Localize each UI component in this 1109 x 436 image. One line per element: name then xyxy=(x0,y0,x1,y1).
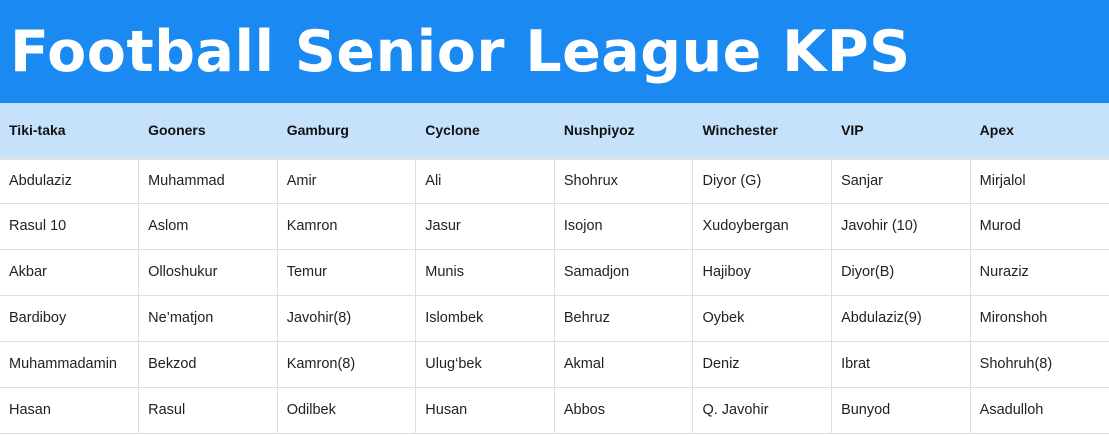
player-cell: Abdulaziz(9) xyxy=(831,295,971,342)
player-cell: Samadjon xyxy=(554,249,694,296)
page-title: Football Senior League KPS xyxy=(10,19,911,85)
player-cell: Akmal xyxy=(554,341,694,388)
player-cell: Deniz xyxy=(692,341,833,388)
page: Football Senior League KPS Tiki-taka Goon… xyxy=(0,0,1109,436)
player-cell: Ulug‘bek xyxy=(415,341,555,388)
player-cell: Kamron xyxy=(277,203,417,250)
player-cell: Bunyod xyxy=(831,387,971,434)
team-header: VIP xyxy=(831,103,971,160)
player-cell: Aslom xyxy=(138,203,278,250)
player-cell: Ne’matjon xyxy=(138,295,278,342)
player-cell: Diyor (G) xyxy=(692,158,833,204)
table-body: Abdulaziz Muhammad Amir Ali Shohrux Diyor (G)… xyxy=(0,158,1109,434)
player-cell: Kamron(8) xyxy=(277,341,417,388)
table-header: Tiki-taka Gooners Gamburg Cyclone Nushpiyoz W… xyxy=(0,103,1109,160)
team-header: Apex xyxy=(970,103,1109,160)
player-cell: Diyor(B) xyxy=(831,249,971,296)
table-row: Rasul 10 Aslom Kamron Jasur Isojon Xudoyberga… xyxy=(0,203,1109,250)
team-header: Nushpiyoz xyxy=(554,103,694,160)
player-cell: Javohir (10) xyxy=(831,203,971,250)
table-row: Hasan Rasul Odilbek Husan Abbos Q. Javohir Bun… xyxy=(0,387,1109,434)
player-cell: Behruz xyxy=(554,295,694,342)
player-cell: Hasan xyxy=(0,387,140,434)
player-cell: Mironshoh xyxy=(970,295,1109,342)
player-cell: Xudoybergan xyxy=(692,203,833,250)
team-header: Tiki-taka xyxy=(0,103,140,160)
player-cell: Murod xyxy=(970,203,1109,250)
player-cell: Rasul xyxy=(138,387,278,434)
table-row: Bardiboy Ne’matjon Javohir(8) Islombek Behru… xyxy=(0,295,1109,342)
player-cell: Shohruh(8) xyxy=(970,341,1109,388)
player-cell: Mirjalol xyxy=(970,158,1109,204)
player-cell: Munis xyxy=(415,249,555,296)
player-cell: Nuraziz xyxy=(970,249,1109,296)
player-cell: Odilbek xyxy=(277,387,417,434)
team-header: Gooners xyxy=(138,103,278,160)
player-cell: Olloshukur xyxy=(138,249,278,296)
title-bar: Football Senior League KPS xyxy=(0,0,1109,103)
player-cell: Bardiboy xyxy=(0,295,140,342)
player-cell: Muhammad xyxy=(138,158,278,204)
player-cell: Abdulaziz xyxy=(0,158,140,204)
player-cell: Javohir(8) xyxy=(277,295,417,342)
player-cell: Oybek xyxy=(692,295,833,342)
player-cell: Hajiboy xyxy=(692,249,833,296)
team-header: Gamburg xyxy=(277,103,417,160)
player-cell: Amir xyxy=(277,158,417,204)
player-cell: Abbos xyxy=(554,387,694,434)
player-cell: Islombek xyxy=(415,295,555,342)
table-row: Muhammadamin Bekzod Kamron(8) Ulug‘bek Akmal… xyxy=(0,341,1109,388)
player-cell: Muhammadamin xyxy=(0,341,140,388)
player-cell: Sanjar xyxy=(831,158,971,204)
table-row: Abdulaziz Muhammad Amir Ali Shohrux Diyor (G)… xyxy=(0,158,1109,204)
table-row: Akbar Olloshukur Temur Munis Samadjon Hajiboy… xyxy=(0,249,1109,296)
player-cell: Ibrat xyxy=(831,341,971,388)
player-cell: Husan xyxy=(415,387,555,434)
player-cell: Shohrux xyxy=(554,158,694,204)
roster-table: Tiki-taka Gooners Gamburg Cyclone Nushpiyoz W… xyxy=(0,103,1109,434)
player-cell: Asadulloh xyxy=(970,387,1109,434)
player-cell: Isojon xyxy=(554,203,694,250)
team-header: Cyclone xyxy=(415,103,555,160)
player-cell: Temur xyxy=(277,249,417,296)
header-row: Tiki-taka Gooners Gamburg Cyclone Nushpiyoz W… xyxy=(0,103,1109,160)
player-cell: Q. Javohir xyxy=(692,387,833,434)
team-header: Winchester xyxy=(692,103,833,160)
player-cell: Rasul 10 xyxy=(0,203,140,250)
player-cell: Ali xyxy=(415,158,555,204)
player-cell: Akbar xyxy=(0,249,140,296)
player-cell: Jasur xyxy=(415,203,555,250)
player-cell: Bekzod xyxy=(138,341,278,388)
